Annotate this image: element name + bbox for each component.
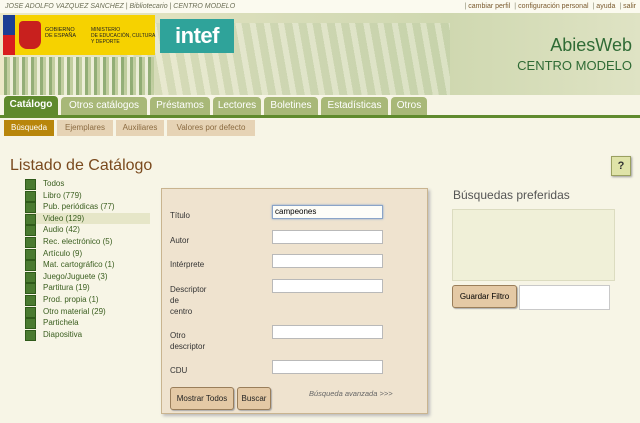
tab-catalogo[interactable]: Catálogo bbox=[4, 96, 58, 115]
title-label: Título bbox=[170, 211, 191, 220]
performer-input[interactable] bbox=[272, 254, 383, 268]
intef-logo: intef bbox=[160, 19, 234, 53]
other-material-icon bbox=[25, 306, 36, 318]
other-descriptor-input[interactable] bbox=[272, 325, 383, 339]
tab-estadisticas[interactable]: Estadísticas bbox=[321, 97, 388, 115]
header-banner: GOBIERNO DE ESPAÑA MINISTERIO DE EDUCACI… bbox=[0, 13, 640, 95]
save-filter-button[interactable]: Guardar Filtro bbox=[452, 285, 517, 308]
stack-icon bbox=[25, 179, 36, 190]
catalog-type-item[interactable]: Juego/Juguete (3) bbox=[25, 271, 150, 283]
catalog-type-item[interactable]: Artículo (9) bbox=[25, 248, 150, 260]
title-input[interactable] bbox=[272, 205, 383, 219]
page-title: Listado de Catálogo bbox=[10, 157, 153, 174]
catalog-type-item[interactable]: Rec. electrónico (5) bbox=[25, 236, 150, 248]
catalog-type-item[interactable]: Prod. propia (1) bbox=[25, 294, 150, 306]
globe-icon bbox=[25, 260, 36, 272]
top-bar: JOSE ADOLFO VAZQUEZ SANCHEZ | Biblioteca… bbox=[0, 0, 640, 13]
tab-divider bbox=[0, 115, 640, 118]
personal-config-link[interactable]: configuración personal bbox=[518, 3, 588, 10]
tab-prestamos[interactable]: Préstamos bbox=[150, 97, 210, 115]
catalog-type-item[interactable]: Todos bbox=[25, 178, 150, 190]
disc-icon bbox=[25, 236, 36, 248]
subtab-ejemplares[interactable]: Ejemplares bbox=[57, 120, 113, 136]
help-link[interactable]: ayuda bbox=[596, 3, 615, 10]
subtab-busqueda[interactable]: Búsqueda bbox=[4, 120, 54, 136]
catalog-type-item[interactable]: Audio (42) bbox=[25, 224, 150, 237]
tab-otros[interactable]: Otros bbox=[391, 97, 427, 115]
catalog-type-item[interactable]: Partitura (19) bbox=[25, 282, 150, 295]
performer-label: Intérprete bbox=[170, 260, 205, 269]
show-all-button[interactable]: Mostrar Todos bbox=[170, 387, 234, 410]
author-label: Autor bbox=[170, 236, 190, 245]
score-icon bbox=[25, 283, 36, 295]
search-form: Título Autor Intérprete Descriptor de ce… bbox=[161, 188, 428, 414]
search-button[interactable]: Buscar bbox=[237, 387, 271, 410]
author-input[interactable] bbox=[272, 230, 383, 244]
center-descriptor-input[interactable] bbox=[272, 279, 383, 293]
user-info: JOSE ADOLFO VAZQUEZ SANCHEZ | Biblioteca… bbox=[5, 3, 236, 10]
own-production-icon bbox=[25, 294, 36, 306]
game-icon bbox=[25, 271, 36, 283]
government-logo: GOBIERNO DE ESPAÑA MINISTERIO DE EDUCACI… bbox=[3, 15, 155, 55]
video-icon bbox=[25, 213, 36, 225]
gob-text: GOBIERNO DE ESPAÑA bbox=[45, 27, 77, 39]
slide-icon bbox=[25, 329, 36, 341]
article-icon bbox=[25, 248, 36, 260]
cdu-label: CDU bbox=[170, 366, 188, 375]
banner-stripes bbox=[4, 57, 154, 95]
tab-boletines[interactable]: Boletines bbox=[264, 97, 318, 115]
catalog-type-item[interactable]: Partichela bbox=[25, 317, 150, 330]
center-descriptor-label: Descriptor de centro bbox=[170, 285, 207, 316]
catalog-type-item-selected[interactable]: Video (129) bbox=[25, 212, 150, 225]
book-icon bbox=[25, 190, 36, 202]
favorites-title: Búsquedas preferidas bbox=[453, 188, 570, 202]
subtab-auxiliares[interactable]: Auxiliares bbox=[116, 120, 164, 136]
tab-lectores[interactable]: Lectores bbox=[213, 97, 261, 115]
tab-otros-catalogos[interactable]: Otros catálogos bbox=[61, 97, 147, 115]
center-name: CENTRO MODELO bbox=[517, 58, 632, 73]
advanced-search-link[interactable]: Búsqueda avanzada >>> bbox=[309, 389, 393, 398]
help-button[interactable]: ? bbox=[611, 156, 631, 176]
eu-flag-icon bbox=[3, 15, 15, 55]
filter-name-input[interactable] bbox=[519, 285, 610, 310]
catalog-type-item[interactable]: Pub. periódicas (77) bbox=[25, 201, 150, 214]
catalog-type-item[interactable]: Otro material (29) bbox=[25, 306, 150, 318]
change-profile-link[interactable]: cambiar perfil bbox=[468, 3, 510, 10]
other-descriptor-label: Otro descriptor bbox=[170, 331, 206, 351]
part-icon bbox=[25, 318, 36, 330]
favorites-list[interactable] bbox=[452, 209, 615, 281]
logout-link[interactable]: salir bbox=[623, 3, 636, 10]
newspaper-icon bbox=[25, 202, 36, 214]
subtab-valores-defecto[interactable]: Valores por defecto bbox=[167, 120, 255, 136]
catalog-type-item[interactable]: Mat. cartográfico (1) bbox=[25, 259, 150, 272]
catalog-type-list: Todos Libro (779) Pub. periódicas (77) V… bbox=[25, 178, 150, 341]
app-name: AbiesWeb bbox=[550, 35, 632, 55]
catalog-type-item[interactable]: Libro (779) bbox=[25, 190, 150, 202]
top-links: | cambiar perfil | configuración personal … bbox=[464, 3, 636, 10]
coat-of-arms-icon bbox=[19, 21, 41, 49]
catalog-type-item[interactable]: Diapositiva bbox=[25, 329, 150, 341]
ministry-text: MINISTERIO DE EDUCACIÓN, CULTURA Y DEPOR… bbox=[91, 27, 156, 45]
cdu-input[interactable] bbox=[272, 360, 383, 374]
audio-icon bbox=[25, 225, 36, 237]
